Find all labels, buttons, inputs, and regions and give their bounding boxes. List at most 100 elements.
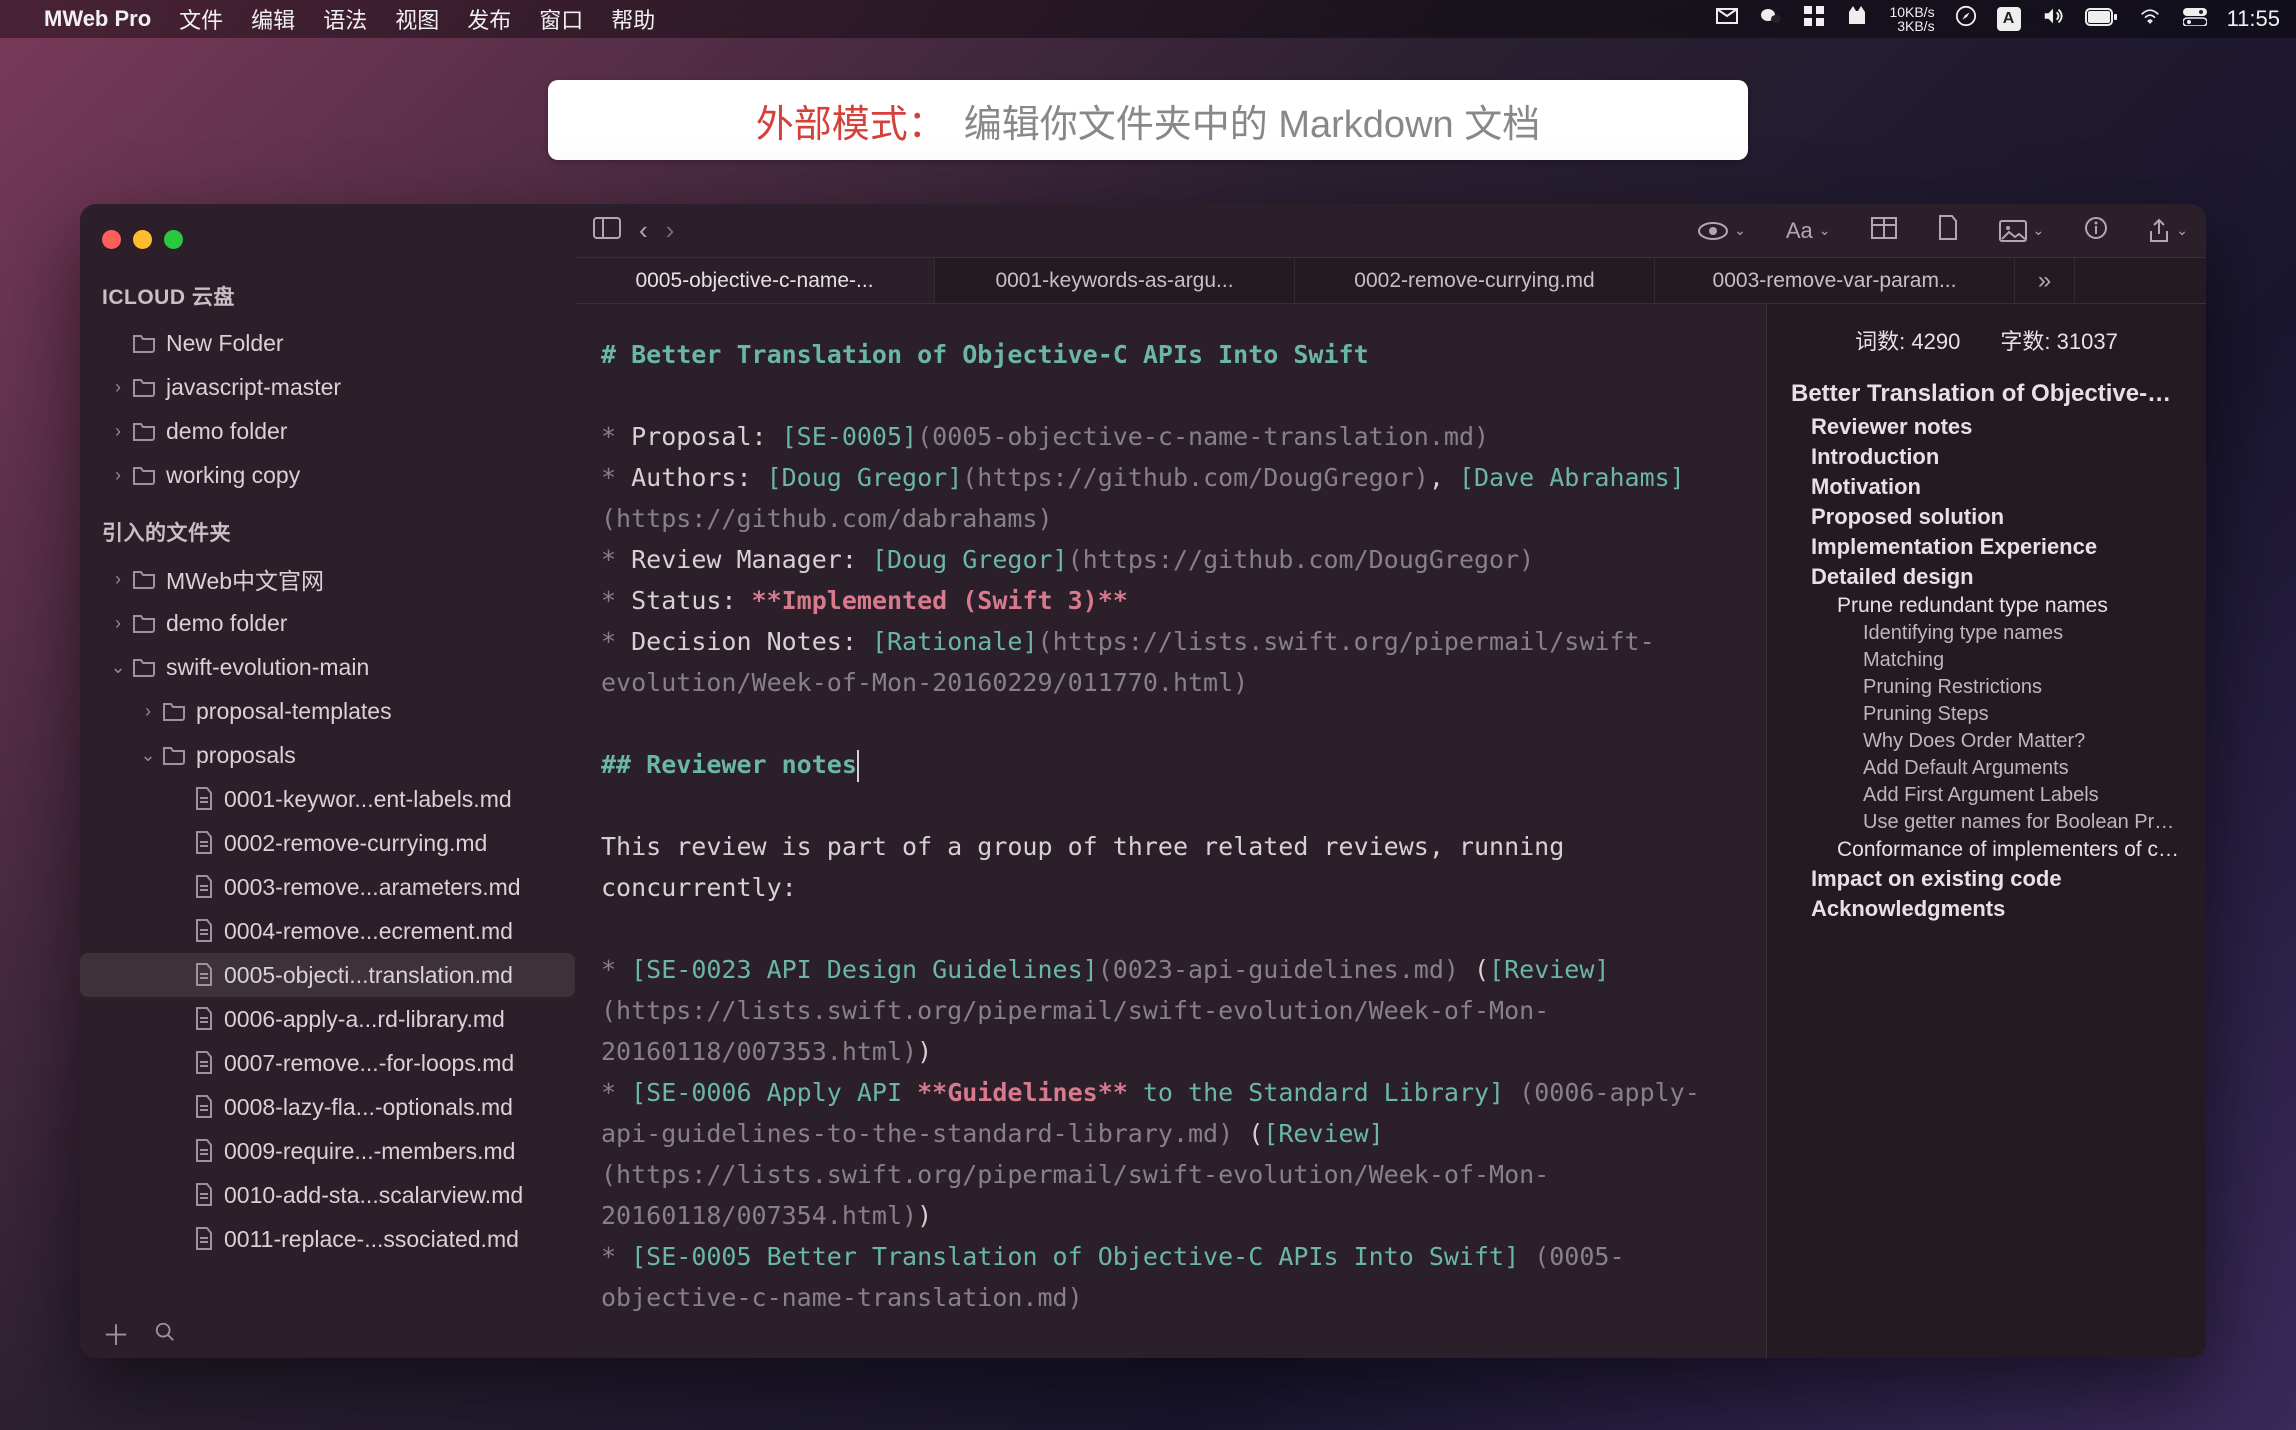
outline-item[interactable]: Matching	[1791, 649, 2182, 672]
chevron-icon[interactable]: ⌄	[104, 657, 132, 678]
clock[interactable]: 11:55	[2227, 6, 2280, 32]
image-button[interactable]: ⌄	[1999, 220, 2045, 242]
item-label: MWeb中文官网	[166, 562, 324, 596]
outline-item[interactable]: Implementation Experience	[1791, 534, 2182, 560]
outline-item[interactable]: Detailed design	[1791, 564, 2182, 590]
menu-edit[interactable]: 编辑	[251, 3, 295, 35]
file-item[interactable]: 0005-objecti...translation.md	[80, 953, 575, 997]
zoom-button[interactable]	[164, 230, 183, 249]
folder-item[interactable]: › MWeb中文官网	[80, 557, 575, 601]
minimize-button[interactable]	[133, 230, 152, 249]
file-icon	[194, 1183, 214, 1207]
preview-mode-button[interactable]: ⌄	[1698, 221, 1746, 241]
network-stats: 10KB/s3KB/s	[1889, 5, 1934, 33]
table-icon[interactable]	[1871, 217, 1897, 244]
outline-item[interactable]: Motivation	[1791, 474, 2182, 500]
chevron-icon[interactable]: ›	[104, 377, 132, 398]
tab-3[interactable]: 0003-remove-var-param...	[1655, 258, 2015, 303]
folder-item[interactable]: ›working copy	[80, 453, 575, 497]
menu-help[interactable]: 帮助	[611, 3, 655, 35]
grid-icon[interactable]	[1803, 5, 1825, 33]
volume-icon[interactable]	[2041, 5, 2065, 33]
outline-item[interactable]: Conformance of implementers of co...	[1791, 838, 2182, 862]
file-item[interactable]: 0002-remove-currying.md	[80, 821, 575, 865]
folder-item[interactable]: ›demo folder	[80, 409, 575, 453]
folder-item[interactable]: New Folder	[80, 321, 575, 365]
item-label: 0007-remove...-for-loops.md	[224, 1050, 514, 1077]
outline-item[interactable]: Pruning Restrictions	[1791, 676, 2182, 699]
control-center-icon[interactable]	[2183, 6, 2207, 32]
wifi-icon[interactable]	[2137, 6, 2163, 32]
file-item[interactable]: 0004-remove...ecrement.md	[80, 909, 575, 953]
item-label: 0004-remove...ecrement.md	[224, 918, 513, 945]
outline-item[interactable]: Identifying type names	[1791, 622, 2182, 645]
share-button[interactable]: ⌄	[2148, 218, 2188, 244]
folder-item[interactable]: ›proposal-templates	[80, 689, 575, 733]
folder-item[interactable]: ⌄swift-evolution-main	[80, 645, 575, 689]
editor[interactable]: # Better Translation of Objective-C APIs…	[575, 304, 1766, 1358]
battery-icon[interactable]	[2085, 6, 2117, 32]
nav-back-icon[interactable]: ‹	[639, 215, 648, 246]
toggle-sidebar-icon[interactable]	[593, 217, 621, 244]
chevron-icon[interactable]: ›	[104, 613, 132, 634]
close-button[interactable]	[102, 230, 121, 249]
file-item[interactable]: 0011-replace-...ssociated.md	[80, 1217, 575, 1261]
chevron-icon[interactable]: ›	[104, 569, 132, 590]
menu-view[interactable]: 视图	[395, 3, 439, 35]
tab-1[interactable]: 0001-keywords-as-argu...	[935, 258, 1295, 303]
menu-syntax[interactable]: 语法	[323, 3, 367, 35]
outline-title[interactable]: Better Translation of Objective-C...	[1791, 380, 2182, 408]
folder-item[interactable]: ⌄proposals	[80, 733, 575, 777]
outline-item[interactable]: Introduction	[1791, 444, 2182, 470]
file-item[interactable]: 0001-keywor...ent-labels.md	[80, 777, 575, 821]
file-item[interactable]: 0010-add-sta...scalarview.md	[80, 1173, 575, 1217]
menu-publish[interactable]: 发布	[467, 3, 511, 35]
file-icon	[194, 1095, 214, 1119]
word-count: 词数: 4290	[1855, 324, 1960, 356]
folder-item[interactable]: ›javascript-master	[80, 365, 575, 409]
file-item[interactable]: 0008-lazy-fla...-optionals.md	[80, 1085, 575, 1129]
mode-banner: 外部模式： 编辑你文件夹中的 Markdown 文档	[548, 80, 1748, 160]
tab-2[interactable]: 0002-remove-currying.md	[1295, 258, 1655, 303]
search-icon[interactable]	[154, 1321, 176, 1348]
menu-window[interactable]: 窗口	[539, 3, 583, 35]
folder-item[interactable]: ›demo folder	[80, 601, 575, 645]
outline-item[interactable]: Reviewer notes	[1791, 414, 2182, 440]
file-item[interactable]: 0009-require...-members.md	[80, 1129, 575, 1173]
app-name[interactable]: MWeb Pro	[44, 6, 151, 32]
outline-item[interactable]: Add First Argument Labels	[1791, 784, 2182, 807]
outline-item[interactable]: Acknowledgments	[1791, 896, 2182, 922]
menu-file[interactable]: 文件	[179, 3, 223, 35]
folder-icon	[132, 569, 156, 589]
outline-item[interactable]: Add Default Arguments	[1791, 757, 2182, 780]
font-button[interactable]: Aa⌄	[1786, 218, 1831, 244]
info-icon[interactable]	[2084, 216, 2108, 245]
cat-icon[interactable]	[1845, 4, 1869, 34]
tab-0[interactable]: 0005-objective-c-name-...	[575, 258, 935, 303]
chevron-icon[interactable]: ›	[134, 701, 162, 722]
outline-item[interactable]: Use getter names for Boolean Proper...	[1791, 811, 2182, 834]
chevron-icon[interactable]: ⌄	[134, 745, 162, 766]
file-icon	[194, 1007, 214, 1031]
outline-item[interactable]: Proposed solution	[1791, 504, 2182, 530]
mail-icon[interactable]	[1715, 4, 1739, 34]
file-item[interactable]: 0007-remove...-for-loops.md	[80, 1041, 575, 1085]
input-source-icon[interactable]: A	[1997, 7, 2021, 31]
folder-icon	[162, 745, 186, 765]
chevron-icon[interactable]: ›	[104, 465, 132, 486]
add-button[interactable]: ＋	[102, 1314, 130, 1354]
outline-item[interactable]: Pruning Steps	[1791, 703, 2182, 726]
file-item[interactable]: 0003-remove...arameters.md	[80, 865, 575, 909]
safari-icon[interactable]	[1955, 5, 1977, 33]
folder-icon	[132, 613, 156, 633]
document-icon[interactable]	[1937, 215, 1959, 246]
outline-item[interactable]: Why Does Order Matter?	[1791, 730, 2182, 753]
tab-overflow-icon[interactable]: »	[2015, 258, 2075, 303]
wechat-icon[interactable]	[1759, 4, 1783, 34]
nav-forward-icon[interactable]: ›	[666, 215, 675, 246]
outline-item[interactable]: Prune redundant type names	[1791, 594, 2182, 618]
file-item[interactable]: 0006-apply-a...rd-library.md	[80, 997, 575, 1041]
outline-item[interactable]: Impact on existing code	[1791, 866, 2182, 892]
folder-icon	[132, 421, 156, 441]
chevron-icon[interactable]: ›	[104, 421, 132, 442]
